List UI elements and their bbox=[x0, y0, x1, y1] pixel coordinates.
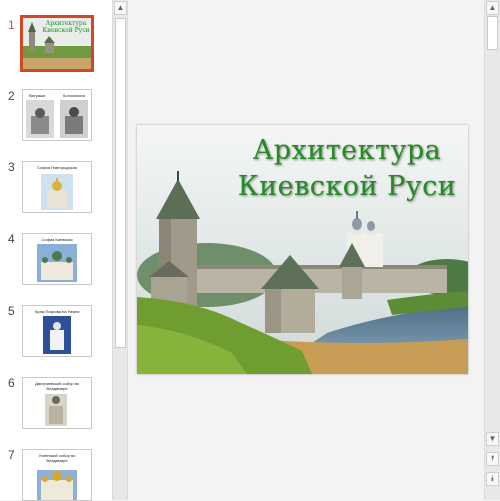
slide-thumbnail-5[interactable]: Храм Покрова на Нерли bbox=[22, 305, 92, 357]
thumbnail-scrollbar-thumb[interactable] bbox=[115, 18, 126, 348]
thumbnail-scrollbar[interactable]: ▲ bbox=[112, 0, 128, 500]
thumbnail-scroll-up-button[interactable]: ▲ bbox=[114, 1, 127, 15]
slide-number-7: 7 bbox=[8, 448, 15, 462]
slide-thumbnail-6[interactable]: Дмитриевский собор во Владимире bbox=[22, 377, 92, 429]
slide-title[interactable]: Архитектура Киевской Руси bbox=[227, 133, 467, 205]
slide-scroll-up-button[interactable]: ▲ bbox=[486, 1, 499, 15]
slide-thumbnail-panel: 1 Архитектура Киевской Руси 2 Витражи Ко… bbox=[0, 0, 112, 501]
slide-scrollbar[interactable]: ▲ ▼ ⯭ ⯯ bbox=[484, 0, 500, 500]
slide-thumbnail-2[interactable]: Витражи Колокольня bbox=[22, 89, 92, 141]
slide-thumbnail-7[interactable]: Успенский собор во Владимире bbox=[22, 449, 92, 501]
slide-thumbnail-3[interactable]: София Новгородская bbox=[22, 161, 92, 213]
slide-title-line1: Архитектура bbox=[252, 135, 442, 166]
thumbnail-5-image bbox=[43, 316, 71, 354]
slide-title-line2: Киевской Руси bbox=[237, 171, 457, 202]
slide-number-1: 1 bbox=[8, 18, 15, 32]
thumbnail-6-image bbox=[45, 394, 67, 426]
thumbnail-2-image bbox=[26, 100, 88, 138]
slide-scroll-down-button[interactable]: ▼ bbox=[486, 432, 499, 446]
slide-scrollbar-thumb[interactable] bbox=[487, 16, 498, 50]
slide-number-5: 5 bbox=[8, 304, 15, 318]
next-slide-button[interactable]: ⯯ bbox=[486, 472, 499, 486]
thumbnail-7-image bbox=[37, 470, 77, 500]
thumbnail-3-image bbox=[41, 174, 73, 210]
slide-number-2: 2 bbox=[8, 89, 15, 103]
slide-number-6: 6 bbox=[8, 376, 15, 390]
thumbnail-1-title: Архитектура Киевской Руси bbox=[42, 20, 90, 34]
slide-thumbnail-1[interactable]: Архитектура Киевской Руси bbox=[20, 15, 94, 72]
previous-slide-button[interactable]: ⯭ bbox=[486, 452, 499, 466]
slide-number-4: 4 bbox=[8, 232, 15, 246]
slide-number-3: 3 bbox=[8, 160, 15, 174]
slide-editing-area: Архитектура Киевской Руси bbox=[128, 0, 484, 500]
slide-thumbnail-4[interactable]: Софиа Киевская bbox=[22, 233, 92, 285]
current-slide[interactable]: Архитектура Киевской Руси bbox=[137, 125, 468, 374]
thumbnail-4-image bbox=[37, 244, 77, 282]
